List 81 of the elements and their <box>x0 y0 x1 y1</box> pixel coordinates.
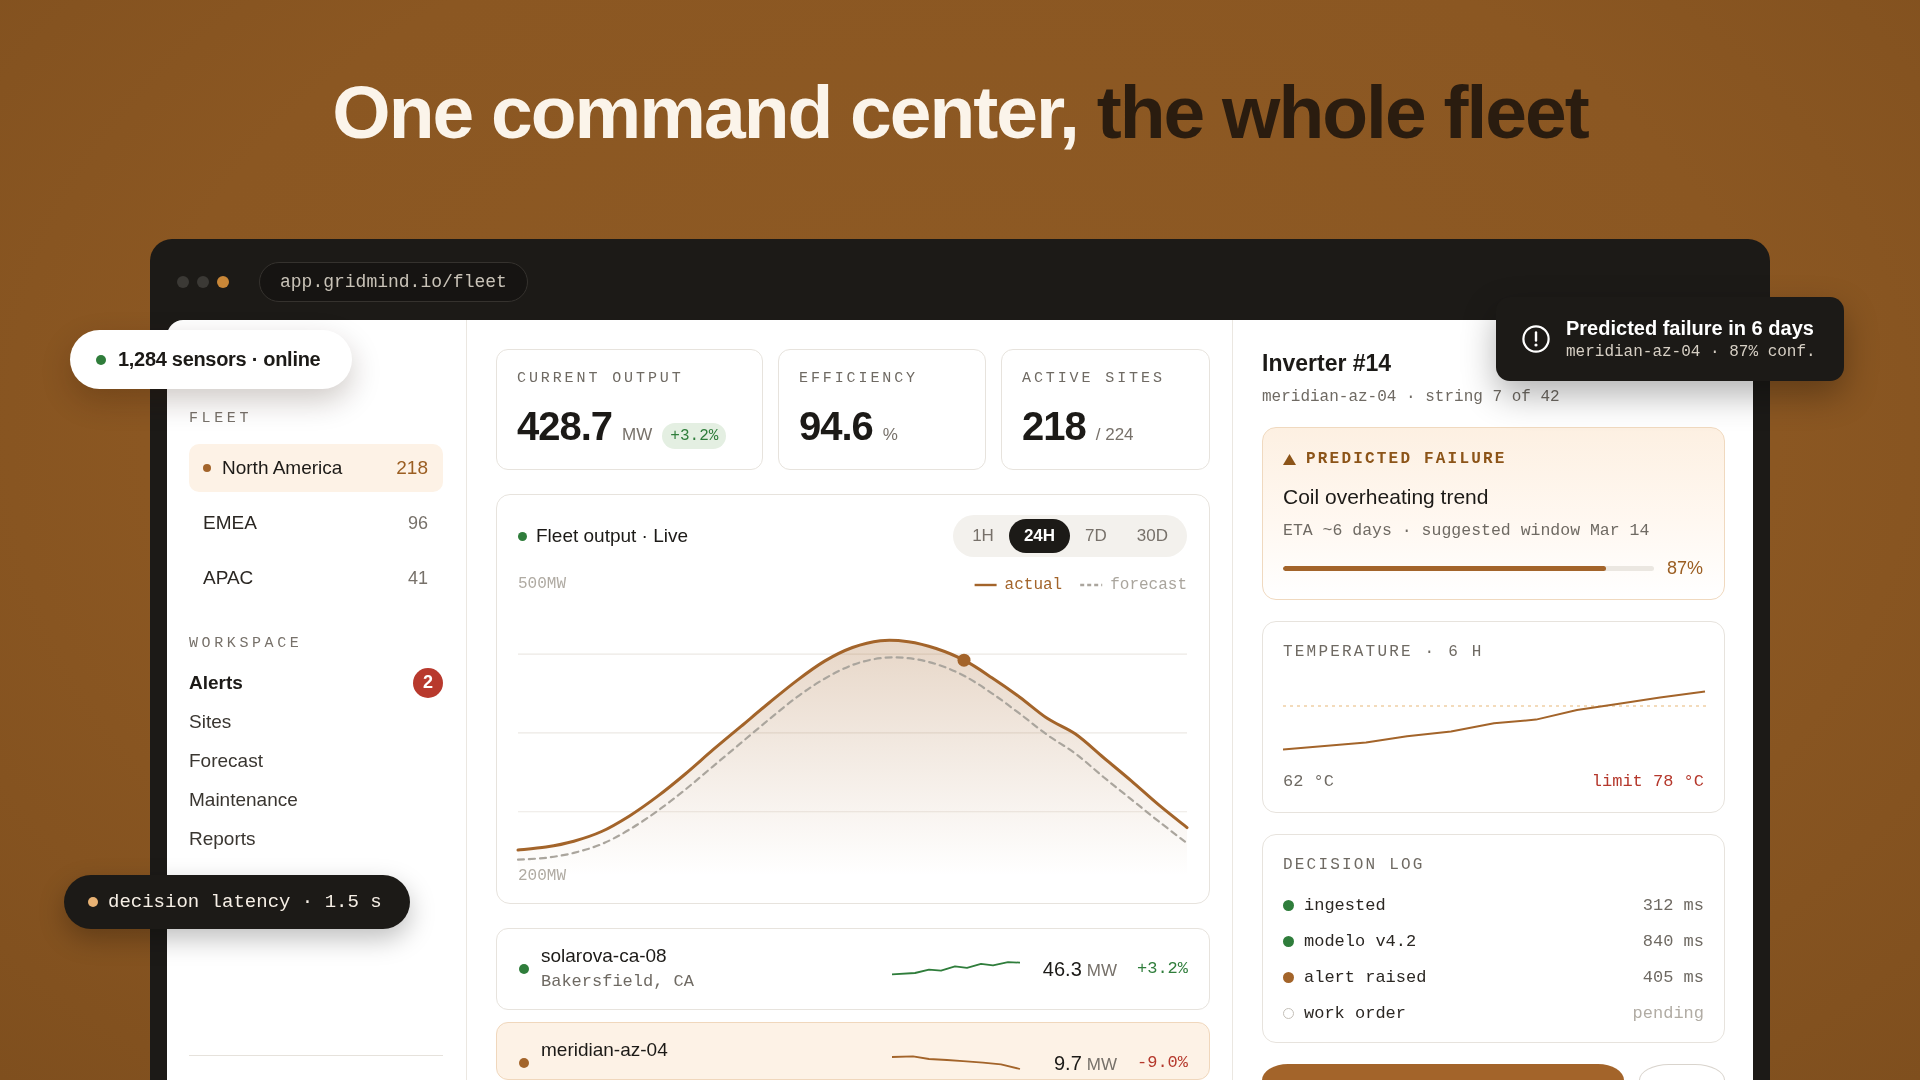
site-row[interactable]: meridian-az-04 9.7 MW -9.0% <box>496 1022 1210 1080</box>
site-name: meridian-az-04 <box>541 1038 668 1062</box>
toast-title: Predicted failure in 6 days <box>1566 316 1815 340</box>
status-dot-icon <box>203 464 211 472</box>
y-axis-label: 500MW <box>518 575 566 594</box>
log-step: alert raised <box>1304 967 1643 987</box>
metric-value: 428.7 <box>517 404 613 448</box>
legend-swatch-icon <box>974 583 997 587</box>
metric-unit: MW <box>622 425 653 445</box>
confidence-reading: 87% <box>1666 557 1703 579</box>
change-value: +3.2% <box>1137 958 1188 980</box>
region-item[interactable]: APAC 41 <box>189 554 443 602</box>
primary-action-button[interactable] <box>1262 1064 1624 1080</box>
unit-label: MW <box>1086 1055 1117 1074</box>
sensor-status-text: 1,284 sensors · online <box>118 348 321 371</box>
window-control-icon[interactable] <box>217 276 229 288</box>
alert-count-badge: 2 <box>413 667 443 698</box>
card-label: PREDICTED FAILURE <box>1306 449 1507 469</box>
metric-value: 218 <box>1022 404 1086 448</box>
log-time: 405 ms <box>1642 967 1704 987</box>
range-tab[interactable]: 24H <box>1008 519 1071 553</box>
log-time: pending <box>1632 1003 1704 1023</box>
legend-label: forecast <box>1110 576 1187 595</box>
status-dot-icon <box>1283 935 1294 947</box>
status-dot-icon <box>1283 1007 1294 1019</box>
latency-text: decision latency · 1.5 s <box>108 891 382 913</box>
metric-unit: / 224 <box>1095 425 1134 445</box>
site-output: 9.7 <box>1053 1052 1082 1074</box>
address-bar[interactable]: app.gridmind.io/fleet <box>259 262 528 302</box>
nav-item[interactable]: Reports <box>189 819 443 858</box>
exclamation-circle-icon <box>1522 325 1550 353</box>
card-label: TEMPERATURE · 6 H <box>1283 643 1484 661</box>
change-badge: +3.2% <box>662 423 727 449</box>
log-time: 312 ms <box>1642 895 1704 915</box>
nav-item[interactable]: Forecast <box>189 741 443 780</box>
range-tab[interactable]: 1H <box>957 519 1009 553</box>
prediction-detail: ETA ~6 days · suggested window Mar 14 <box>1283 521 1650 541</box>
temperature-reading: 62 °C <box>1283 772 1334 792</box>
nav-item[interactable]: Sites <box>189 702 443 741</box>
y-axis-label: 200MW <box>518 867 566 886</box>
change-value: -9.0% <box>1137 1052 1188 1074</box>
nav-item[interactable]: Alerts 2 <box>189 663 443 702</box>
metric-label: EFFICIENCY <box>799 370 919 388</box>
warning-triangle-icon <box>1283 453 1296 465</box>
temperature-limit: limit 78 °C <box>1591 772 1704 792</box>
status-dot-icon <box>1283 971 1294 983</box>
nav-item[interactable]: Maintenance <box>189 780 443 819</box>
metric-unit: % <box>882 425 898 445</box>
site-row[interactable]: solarova-ca-08 Bakersfield, CA 46.3 MW +3.2% <box>496 928 1210 1010</box>
site-output: 46.3 <box>1042 958 1082 980</box>
metric-label: ACTIVE SITES <box>1022 370 1166 388</box>
headline: One command center, the whole fleet <box>332 75 1588 150</box>
log-step: modelo v4.2 <box>1304 931 1643 951</box>
log-time: 840 ms <box>1642 931 1704 951</box>
region-item[interactable]: EMEA 96 <box>189 499 443 547</box>
secondary-action-button[interactable] <box>1639 1064 1725 1080</box>
range-tab[interactable]: 7D <box>1070 519 1122 553</box>
log-step: work order <box>1304 1003 1633 1023</box>
status-dot-icon <box>1283 899 1294 911</box>
legend-label: actual <box>1004 576 1063 595</box>
metric-label: CURRENT OUTPUT <box>517 370 685 388</box>
section-heading: WORKSPACE <box>189 635 303 653</box>
section-heading: FLEET <box>189 410 252 428</box>
status-dot-icon <box>88 897 98 907</box>
site-name: solarova-ca-08 <box>541 944 667 968</box>
log-step: ingested <box>1304 895 1643 915</box>
status-dot-icon <box>96 354 106 365</box>
range-tab[interactable]: 30D <box>1121 519 1183 553</box>
unit-label: MW <box>1086 961 1117 980</box>
toast-detail: meridian-az-04 · 87% conf. <box>1566 342 1816 362</box>
live-status-dot-icon <box>518 531 527 541</box>
prediction-title: Coil overheating trend <box>1283 484 1489 510</box>
inspector-title: Inverter #14 <box>1262 349 1392 378</box>
legend-swatch-icon <box>1080 583 1103 587</box>
chart-title: Fleet output · Live <box>536 525 689 547</box>
inspector-subtitle: meridian-az-04 · string 7 of 42 <box>1262 387 1560 407</box>
site-location: Bakersfield, CA <box>541 972 695 992</box>
card-label: DECISION LOG <box>1283 856 1425 874</box>
current-point-marker <box>957 653 971 667</box>
region-item[interactable]: North America 218 <box>189 444 443 492</box>
metric-value: 94.6 <box>799 404 873 448</box>
